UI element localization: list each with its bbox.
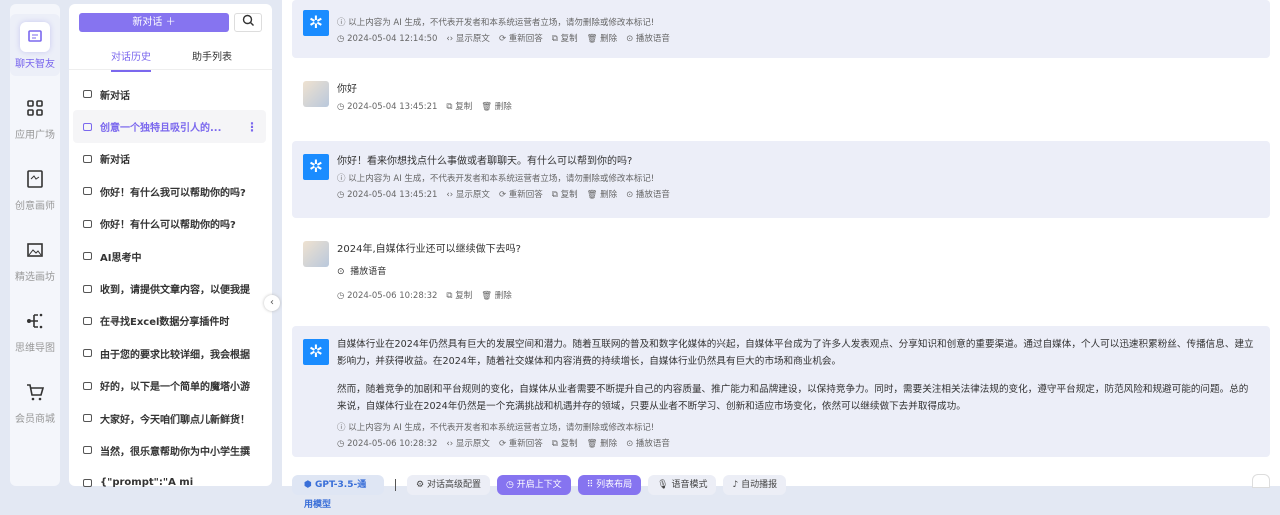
chat-bubble-icon: [83, 90, 92, 99]
copy-button[interactable]: ⧉ 复制: [446, 288, 472, 304]
chevron-left-icon: ‹: [270, 297, 274, 308]
nav-shop[interactable]: 会员商城: [10, 382, 60, 425]
chat-main: ✲ ⓘ 以上内容为 AI 生成，不代表开发者和本系统运营者立场，请勿删除或修改本…: [282, 0, 1280, 510]
voice-mode-button[interactable]: 🎙 语音模式: [648, 475, 717, 495]
chat-bubble-icon: [83, 381, 92, 390]
history-item[interactable]: 新对话: [73, 78, 266, 110]
delete-button[interactable]: 🗑 删除: [587, 187, 618, 203]
message-user: 你好 ◷ 2024-05-04 13:45:21 ⧉ 复制 🗑 删除: [292, 78, 1270, 123]
context-toggle[interactable]: ◷ 开启上下文: [496, 475, 571, 495]
user-avatar: [303, 81, 329, 107]
play-voice-button[interactable]: ⊙ 播放语音: [626, 436, 670, 452]
gallery-icon: [25, 240, 45, 260]
nav-draw[interactable]: 创意画师: [10, 169, 60, 212]
chat-icon: [20, 22, 50, 52]
chat-bubble-icon: [83, 187, 92, 196]
draw-icon: [25, 169, 45, 189]
history-item[interactable]: 收到，请提供文章内容，以便我提: [73, 272, 266, 304]
more-icon[interactable]: ⋮: [246, 120, 258, 134]
ai-disclaimer: ⓘ 以上内容为 AI 生成，不代表开发者和本系统运营者立场，请勿删除或修改本标记…: [337, 18, 655, 28]
delete-button[interactable]: 🗑 删除: [481, 99, 512, 115]
user-avatar: [303, 241, 329, 267]
sidebar-tabs: 对话历史 助手列表: [69, 40, 272, 72]
history-item[interactable]: 新对话: [73, 143, 266, 175]
chat-bubble-icon: [83, 414, 92, 423]
play-voice-button[interactable]: ⊙ 播放语音: [626, 31, 670, 47]
regenerate-button[interactable]: ⟳ 重新回答: [499, 31, 543, 47]
cart-icon: [25, 382, 45, 402]
regenerate-button[interactable]: ⟳ 重新回答: [499, 436, 543, 452]
history-item[interactable]: AI思考中: [73, 240, 266, 272]
mindmap-icon: [25, 311, 45, 331]
search-button[interactable]: [234, 13, 262, 32]
history-item[interactable]: 当然，很乐意帮助你为中小学生撰: [73, 434, 266, 466]
nav-gallery[interactable]: 精选画坊: [10, 240, 60, 283]
history-item[interactable]: 在寻找Excel数据分享插件时: [73, 305, 266, 337]
nav-apps[interactable]: 应用广场: [10, 98, 60, 141]
show-raw-button[interactable]: ‹› 显示原文: [446, 436, 490, 452]
new-chat-button[interactable]: 新对话 ＋: [79, 13, 229, 32]
autoplay-button[interactable]: ♪ 自动播报: [723, 475, 787, 495]
chat-bubble-icon: [83, 349, 92, 358]
history-item[interactable]: {"prompt":"A mi: [73, 467, 266, 499]
message-ai: ✲ 你好！看来你想找点什么事做或者聊聊天。有什么可以帮到你的吗? ⓘ 以上内容为…: [292, 141, 1270, 218]
regenerate-button[interactable]: ⟳ 重新回答: [499, 187, 543, 203]
chat-bubble-icon: [83, 252, 92, 261]
delete-button[interactable]: 🗑 删除: [587, 31, 618, 47]
chat-bubble-icon: [83, 284, 92, 293]
history-item[interactable]: 你好！有什么我可以帮助你的吗?: [73, 175, 266, 207]
layout-toggle[interactable]: ⠿ 列表布局: [577, 475, 642, 495]
copy-button[interactable]: ⧉ 复制: [552, 187, 578, 203]
nav-mindmap[interactable]: 思维导图: [10, 311, 60, 354]
chat-bubble-icon: [83, 219, 92, 228]
search-icon: [242, 14, 254, 26]
message-ai: ✲ 自媒体行业在2024年仍然具有巨大的发展空间和潜力。随着互联网的普及和数字化…: [292, 326, 1270, 457]
chat-bubble-icon: [83, 122, 92, 131]
message-meta: ◷ 2024-05-04 13:45:21 ⧉ 复制 🗑 删除: [337, 99, 1256, 115]
chat-toolbar: ⬢ GPT-3.5-通用模型 ⚙ 对话高级配置 ◷ 开启上下文 ⠿ 列表布局 🎙…: [292, 475, 787, 510]
divider: [395, 479, 396, 491]
openai-logo-icon: ✲: [303, 10, 329, 36]
chat-bubble-icon: [83, 154, 92, 163]
show-raw-button[interactable]: ‹› 显示原文: [446, 31, 490, 47]
openai-logo-icon: ✲: [303, 339, 329, 365]
copy-button[interactable]: ⧉ 复制: [552, 436, 578, 452]
message-user: 2024年,自媒体行业还可以继续做下去吗? ⊙ 播放语音 ◷ 2024-05-0…: [292, 236, 1270, 306]
openai-logo-icon: ✲: [303, 154, 329, 180]
main-nav: 聊天智友 应用广场 创意画师 精选画坊 思维导图 会员商城: [10, 4, 60, 486]
play-voice-button[interactable]: ⊙ 播放语音: [626, 187, 670, 203]
chat-bubble-icon: [83, 316, 92, 325]
nav-chat[interactable]: 聊天智友: [10, 14, 60, 76]
tab-assistants[interactable]: 助手列表: [192, 48, 232, 63]
chat-bubble-icon: [83, 446, 92, 455]
chat-sidebar: 新对话 ＋ 对话历史 助手列表 新对话 创意一个独特且吸引人的... ⋮ 新对话 你好！…: [69, 4, 272, 488]
history-item[interactable]: 创意一个独特且吸引人的... ⋮: [73, 110, 266, 143]
clock-icon: ◷ 2024-05-04 12:14:50: [337, 34, 438, 44]
copy-button[interactable]: ⧉ 复制: [446, 99, 472, 115]
show-raw-button[interactable]: ‹› 显示原文: [446, 187, 490, 203]
grid-icon: [25, 98, 45, 118]
message-meta: ◷ 2024-05-04 12:14:50 ‹› 显示原文 ⟳ 重新回答 ⧉ 复制 🗑 …: [337, 31, 1256, 47]
copy-button[interactable]: ⧉ 复制: [552, 31, 578, 47]
history-item[interactable]: 大家好，今天咱们聊点儿新鲜货！: [73, 402, 266, 434]
history-item[interactable]: 由于您的要求比较详细，我会根据: [73, 337, 266, 369]
model-select[interactable]: ⬢ GPT-3.5-通用模型: [292, 475, 384, 510]
history-item[interactable]: 你好！有什么可以帮助你的吗?: [73, 208, 266, 240]
delete-button[interactable]: 🗑 删除: [481, 288, 512, 304]
history-list: 新对话 创意一个独特且吸引人的... ⋮ 新对话 你好！有什么我可以帮助你的吗? 你好！有…: [73, 78, 266, 499]
collapse-sidebar-button[interactable]: ‹: [264, 295, 280, 311]
message-ai: ✲ ⓘ 以上内容为 AI 生成，不代表开发者和本系统运营者立场，请勿删除或修改本…: [292, 0, 1270, 58]
advanced-config-button[interactable]: ⚙ 对话高级配置: [407, 475, 490, 495]
delete-button[interactable]: 🗑 删除: [587, 436, 618, 452]
play-voice-button[interactable]: ⊙ 播放语音: [337, 263, 1256, 282]
tab-history[interactable]: 对话历史: [111, 48, 151, 72]
history-item[interactable]: 好的，以下是一个简单的魔塔小游: [73, 370, 266, 402]
